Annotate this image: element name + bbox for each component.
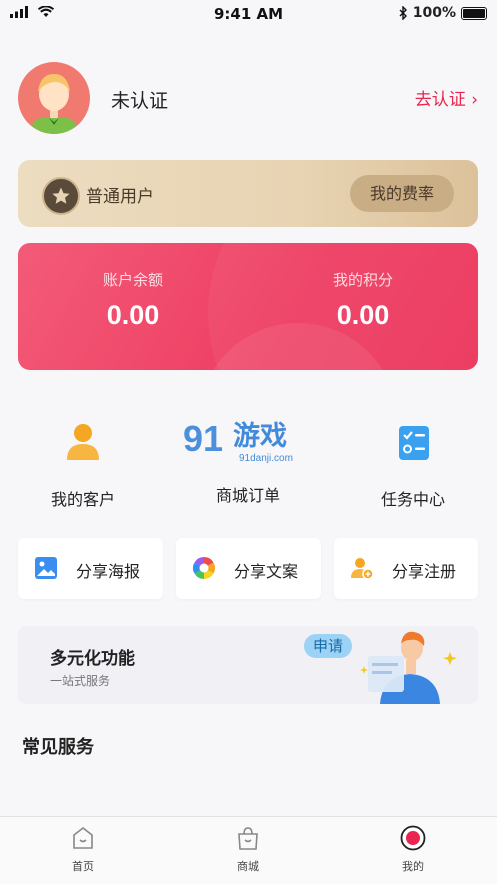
poster-icon xyxy=(35,557,57,579)
balance-card: 账户余额 0.00 我的积分 0.00 xyxy=(18,243,478,370)
apply-badge: 申请 xyxy=(304,634,352,658)
bluetooth-icon xyxy=(399,6,407,20)
tab-label: 商城 xyxy=(237,860,259,873)
share-action-label: 分享文案 xyxy=(234,562,299,581)
member-level-card[interactable]: 普通用户 我的费率 xyxy=(18,160,478,227)
member-level-label: 普通用户 xyxy=(86,187,154,207)
task-center-button[interactable]: 任务中心 xyxy=(333,420,493,510)
share-register-button[interactable]: 分享注册 xyxy=(334,538,478,599)
share-action-label: 分享注册 xyxy=(392,562,457,581)
avatar[interactable] xyxy=(18,62,90,134)
tab-shop[interactable]: 商城 xyxy=(198,825,298,874)
points-value: 0.00 xyxy=(336,300,390,330)
status-bar: 9:41 AM 100% xyxy=(0,0,497,28)
watermark-number: 91 xyxy=(183,418,223,459)
tab-home[interactable]: 首页 xyxy=(33,825,133,874)
site-watermark: 91 游戏 91danji.com xyxy=(183,415,318,465)
balance-label: 账户余额 xyxy=(102,271,163,289)
avatar-illustration xyxy=(32,74,76,134)
quick-action-label: 商城订单 xyxy=(215,486,280,505)
user-name: 未认证 xyxy=(111,90,169,112)
feature-banner[interactable]: 多元化功能 一站式服务 申请 xyxy=(18,626,478,704)
star-icon xyxy=(42,177,80,215)
share-poster-button[interactable]: 分享海报 xyxy=(18,538,163,599)
watermark-brand: 游戏 xyxy=(233,421,287,452)
register-icon xyxy=(351,558,374,580)
copywriting-icon xyxy=(193,557,215,579)
verify-link-label: 去认证 xyxy=(414,90,466,110)
my-customers-button[interactable]: 我的客户 xyxy=(3,420,163,510)
share-action-label: 分享海报 xyxy=(76,562,141,581)
verify-link[interactable]: 去认证 › xyxy=(415,85,478,110)
share-copy-button[interactable]: 分享文案 xyxy=(176,538,321,599)
tab-label: 首页 xyxy=(72,860,94,873)
section-title: 常见服务 xyxy=(22,737,94,758)
status-right: 100% xyxy=(399,5,487,21)
points-label: 我的积分 xyxy=(332,271,393,289)
chevron-right-icon: › xyxy=(471,90,478,110)
home-icon xyxy=(73,826,93,849)
tab-label: 我的 xyxy=(402,860,424,873)
profile-icon xyxy=(400,825,426,851)
person-illustration xyxy=(360,631,457,704)
quick-action-label: 任务中心 xyxy=(380,490,445,509)
my-rate-button[interactable]: 我的费率 xyxy=(350,175,454,212)
feature-subtitle: 一站式服务 xyxy=(50,674,111,688)
tab-profile[interactable]: 我的 xyxy=(363,825,463,874)
profile-header: 未认证 去认证 › xyxy=(18,62,478,134)
customer-icon xyxy=(67,424,99,460)
task-icon xyxy=(399,426,429,460)
battery-percent: 100% xyxy=(412,5,456,21)
balance-value: 0.00 xyxy=(106,300,160,330)
my-points[interactable]: 我的积分 0.00 xyxy=(263,269,463,331)
watermark-url: 91danji.com xyxy=(239,453,293,464)
feature-title: 多元化功能 xyxy=(50,649,135,669)
account-balance[interactable]: 账户余额 0.00 xyxy=(33,269,233,331)
bottom-tab-bar: 首页 商城 我的 xyxy=(0,816,497,884)
shop-bag-icon xyxy=(238,827,258,850)
battery-icon xyxy=(461,6,487,20)
quick-action-label: 我的客户 xyxy=(50,490,115,509)
